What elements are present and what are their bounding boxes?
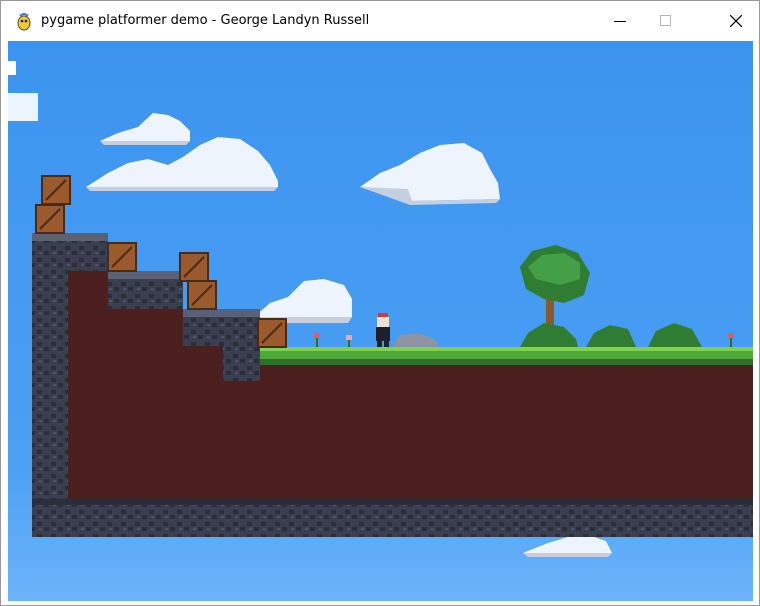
game-scene — [8, 41, 753, 601]
maximize-button[interactable] — [643, 1, 689, 41]
pygame-snake-icon — [15, 13, 33, 31]
stone-platform — [108, 271, 183, 309]
grass-ledge — [260, 347, 753, 365]
wooden-crate — [107, 242, 137, 272]
wooden-crate — [187, 280, 217, 310]
minimize-button[interactable] — [597, 1, 643, 41]
game-window: pygame platformer demo - George Landyn R… — [0, 0, 760, 606]
window-title: pygame platformer demo - George Landyn R… — [41, 13, 370, 28]
maximize-icon — [660, 15, 671, 26]
stone-floor — [32, 499, 753, 537]
wooden-crate — [179, 252, 209, 282]
wooden-crate — [41, 175, 71, 205]
close-icon — [730, 15, 742, 27]
game-canvas[interactable] — [8, 41, 753, 601]
close-button[interactable] — [713, 1, 759, 41]
title-bar[interactable]: pygame platformer demo - George Landyn R… — [1, 1, 759, 41]
minimize-icon — [614, 21, 626, 22]
wooden-crate — [257, 318, 287, 348]
wooden-crate — [35, 204, 65, 234]
